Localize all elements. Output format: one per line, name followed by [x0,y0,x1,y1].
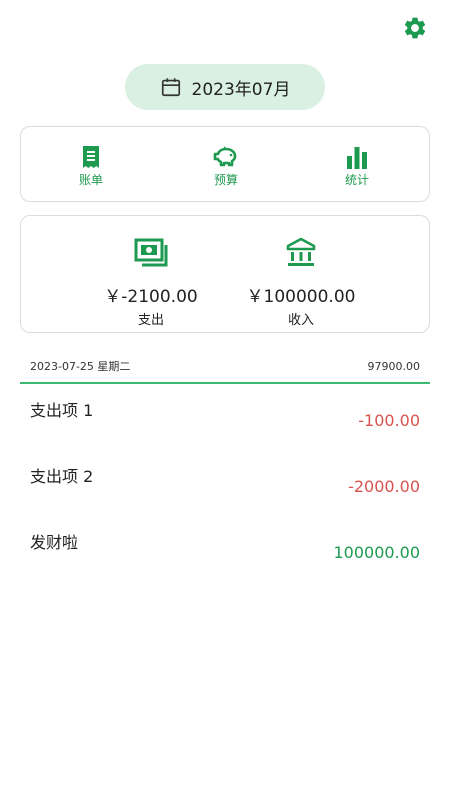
nav-label-budget: 预算 [213,173,238,187]
expense-summary: ￥-2100.00 支出 [71,236,231,328]
list-item[interactable]: 支出项 1 -100.00 [20,397,430,457]
day-date: 2023-07-25 星期二 [30,360,131,373]
income-summary: ￥100000.00 收入 [221,236,381,328]
nav-label-bill: 账单 [78,173,103,187]
expense-amount: ￥-2100.00 [104,287,198,307]
entry-amount: -100.00 [358,411,420,430]
nav-item-stats[interactable]: 统计 [317,143,397,188]
income-amount: ￥100000.00 [246,287,356,307]
list-item[interactable]: 发财啦 100000.00 [20,529,430,589]
month-label: 2023年07月 [191,79,291,100]
cash-icon [134,238,168,267]
income-label: 收入 [287,313,314,328]
settings-button[interactable] [399,12,431,44]
bank-icon [286,237,316,266]
calendar-icon [161,78,180,97]
list-item[interactable]: 支出项 2 -2000.00 [20,463,430,523]
gear-icon [404,17,426,39]
day-header: 2023-07-25 星期二 97900.00 [20,354,430,384]
month-selector[interactable]: 2023年07月 [125,64,325,110]
entry-amount: -2000.00 [348,477,420,496]
summary-card: ￥-2100.00 支出 ￥100000.00 收入 [20,215,430,333]
expense-label: 支出 [137,313,164,328]
entry-name: 支出项 2 [30,467,94,486]
nav-item-bill[interactable]: 账单 [51,143,131,188]
nav-label-stats: 统计 [344,173,369,187]
entry-amount: 100000.00 [333,543,420,562]
entry-name: 发财啦 [30,533,79,552]
nav-item-budget[interactable]: 预算 [186,143,266,188]
day-total: 97900.00 [367,359,421,373]
receipt-icon [83,146,99,168]
entry-name: 支出项 1 [30,401,94,420]
nav-card: 账单 预算 统计 [20,126,430,202]
bar-chart-icon [347,147,367,169]
piggy-bank-icon [213,146,237,167]
